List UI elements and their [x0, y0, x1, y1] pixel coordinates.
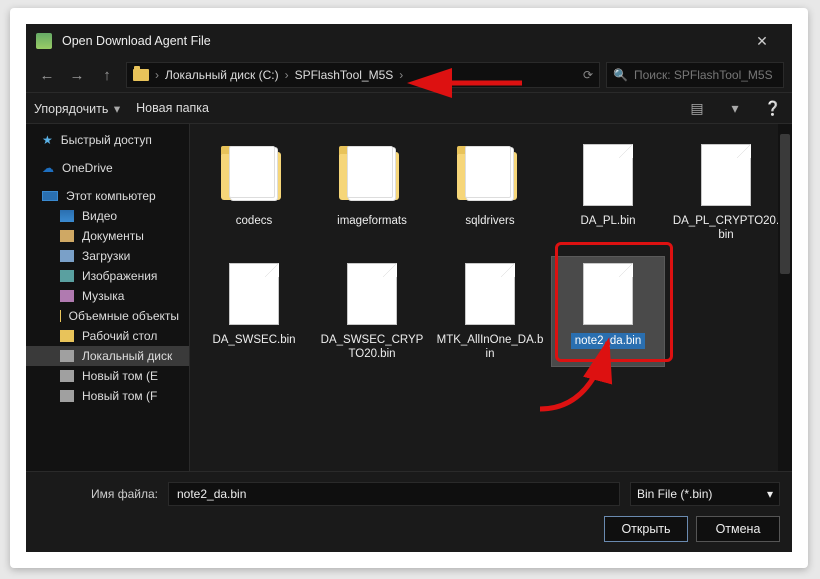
file-item[interactable]: DA_PL_CRYPTO20.bin	[670, 138, 782, 247]
folder-icon	[335, 142, 409, 208]
file-pane[interactable]: codecs imageformats sqldrivers DA_PL.bin DA_…	[190, 124, 792, 471]
footer: Имя файла: Bin File (*.bin) ▾ Открыть От…	[26, 471, 792, 552]
folder-icon	[453, 142, 527, 208]
filename-label: Имя файла:	[38, 487, 158, 501]
search-placeholder: Поиск: SPFlashTool_M5S	[634, 68, 773, 82]
downloads-icon	[60, 250, 74, 262]
chevron-right-icon: ›	[155, 68, 159, 82]
chevron-right-icon: ›	[399, 68, 403, 82]
item-label: note2_da.bin	[571, 333, 646, 349]
breadcrumb[interactable]: › Локальный диск (C:) › SPFlashTool_M5S …	[126, 62, 600, 88]
view-icon[interactable]: ▤	[686, 97, 708, 119]
search-input[interactable]: 🔍 Поиск: SPFlashTool_M5S	[606, 62, 784, 88]
filename-input[interactable]	[168, 482, 620, 506]
file-open-dialog: Open Download Agent File ✕ ← → ↑ › Локал…	[26, 24, 792, 552]
close-button[interactable]: ✕	[742, 24, 782, 58]
toolbar: Упорядочить ▾ Новая папка ▤ ▾ ❔	[26, 92, 792, 124]
item-label: MTK_AllInOne_DA.bin	[436, 333, 544, 362]
file-icon	[229, 263, 279, 325]
folder-item[interactable]: sqldrivers	[434, 138, 546, 247]
chevron-right-icon: ›	[285, 68, 289, 82]
file-item[interactable]: DA_SWSEC.bin	[198, 257, 310, 366]
file-item[interactable]: MTK_AllInOne_DA.bin	[434, 257, 546, 366]
file-item[interactable]: DA_PL.bin	[552, 138, 664, 247]
drive-icon	[60, 350, 74, 362]
sidebar-item-volume-f[interactable]: Новый том (F	[26, 386, 189, 406]
view-dropdown-icon[interactable]: ▾	[724, 97, 746, 119]
newfolder-button[interactable]: Новая папка	[136, 101, 209, 115]
sidebar: ★Быстрый доступ ☁OneDrive Этот компьютер…	[26, 124, 190, 471]
folder-item[interactable]: codecs	[198, 138, 310, 247]
scrollbar[interactable]	[778, 124, 792, 471]
documents-icon	[60, 230, 74, 242]
filetype-select[interactable]: Bin File (*.bin) ▾	[630, 482, 780, 506]
folder-icon	[60, 310, 61, 322]
item-label: sqldrivers	[465, 214, 514, 228]
drive-icon	[60, 390, 74, 402]
breadcrumb-drive[interactable]: Локальный диск (C:)	[165, 68, 279, 82]
folder-item[interactable]: imageformats	[316, 138, 428, 247]
item-label: imageformats	[337, 214, 407, 228]
folder-icon	[217, 142, 291, 208]
pictures-icon	[60, 270, 74, 282]
video-icon	[60, 210, 74, 222]
nav-forward-icon[interactable]: →	[64, 62, 90, 88]
sidebar-item-localdisk[interactable]: Локальный диск	[26, 346, 189, 366]
folder-icon	[133, 69, 149, 81]
sidebar-item-pictures[interactable]: Изображения	[26, 266, 189, 286]
file-icon	[583, 144, 633, 206]
sidebar-item-video[interactable]: Видео	[26, 206, 189, 226]
nav-up-icon[interactable]: ↑	[94, 62, 120, 88]
sidebar-item-downloads[interactable]: Загрузки	[26, 246, 189, 266]
star-icon: ★	[42, 133, 53, 147]
file-icon	[583, 263, 633, 325]
item-label: codecs	[236, 214, 272, 228]
cloud-icon: ☁	[42, 161, 54, 175]
nav-back-icon[interactable]: ←	[34, 62, 60, 88]
sidebar-item-3dobjects[interactable]: Объемные объекты	[26, 306, 189, 326]
file-icon	[465, 263, 515, 325]
pc-icon	[42, 191, 58, 201]
breadcrumb-folder[interactable]: SPFlashTool_M5S	[295, 68, 394, 82]
file-icon	[347, 263, 397, 325]
drive-icon	[60, 370, 74, 382]
chevron-down-icon: ▾	[110, 102, 120, 116]
item-label: DA_PL_CRYPTO20.bin	[672, 214, 780, 243]
filetype-label: Bin File (*.bin)	[637, 487, 712, 501]
file-icon	[701, 144, 751, 206]
window-title: Open Download Agent File	[62, 34, 742, 48]
file-item[interactable]: DA_SWSEC_CRYPTO20.bin	[316, 257, 428, 366]
scrollbar-thumb[interactable]	[780, 134, 790, 274]
sidebar-item-thispc[interactable]: Этот компьютер	[26, 186, 189, 206]
address-row: ← → ↑ › Локальный диск (C:) › SPFlashToo…	[26, 58, 792, 92]
sidebar-item-documents[interactable]: Документы	[26, 226, 189, 246]
sidebar-item-onedrive[interactable]: ☁OneDrive	[26, 158, 189, 178]
help-icon[interactable]: ❔	[762, 97, 784, 119]
item-label: DA_SWSEC.bin	[212, 333, 295, 347]
sidebar-item-music[interactable]: Музыка	[26, 286, 189, 306]
refresh-icon[interactable]: ⟳	[583, 68, 593, 82]
sidebar-item-quick[interactable]: ★Быстрый доступ	[26, 130, 189, 150]
search-icon: 🔍	[613, 68, 628, 82]
sidebar-item-desktop[interactable]: Рабочий стол	[26, 326, 189, 346]
item-label: DA_SWSEC_CRYPTO20.bin	[318, 333, 426, 362]
cancel-button[interactable]: Отмена	[696, 516, 780, 542]
sidebar-item-volume-e[interactable]: Новый том (E	[26, 366, 189, 386]
music-icon	[60, 290, 74, 302]
open-button[interactable]: Открыть	[604, 516, 688, 542]
file-item[interactable]: note2_da.bin	[552, 257, 664, 366]
app-icon	[36, 33, 52, 49]
titlebar: Open Download Agent File ✕	[26, 24, 792, 58]
item-label: DA_PL.bin	[581, 214, 636, 228]
desktop-icon	[60, 330, 74, 342]
chevron-down-icon: ▾	[767, 487, 773, 501]
organize-button[interactable]: Упорядочить ▾	[34, 101, 120, 116]
